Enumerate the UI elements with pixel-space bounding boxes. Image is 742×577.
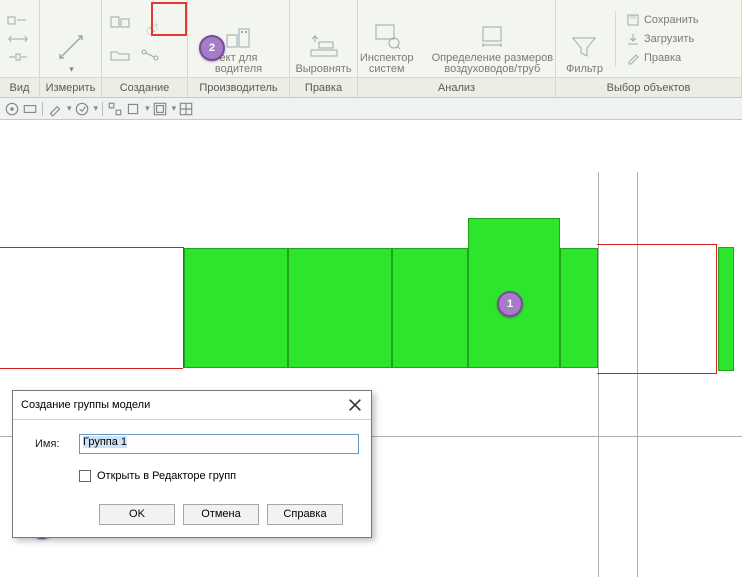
selection-load-button[interactable]: Загрузить [626, 30, 699, 48]
filter-label: Фильтр [566, 64, 603, 75]
panel-edit-title: Правка [290, 77, 357, 97]
create-group-dialog: Создание группы модели Имя: Группа 1 Отк… [12, 390, 372, 538]
view-icon-2[interactable] [4, 31, 32, 47]
close-icon[interactable] [347, 397, 363, 413]
selection-save-button[interactable]: Сохранить [626, 11, 699, 29]
open-in-editor-checkbox[interactable] [79, 470, 91, 482]
qat-icon-8[interactable] [178, 101, 194, 117]
measure-button[interactable]: ▾ [50, 3, 92, 75]
open-in-editor-label: Открыть в Редакторе групп [97, 470, 236, 482]
panel-analyze: Инспектор систем Определение размеров во… [358, 0, 556, 97]
cancel-button[interactable]: Отмена [183, 504, 259, 525]
create-component-icon[interactable] [106, 14, 134, 30]
filter-button[interactable]: Фильтр [560, 3, 609, 75]
callout-2: 2 [199, 35, 225, 61]
create-folder-icon[interactable] [106, 47, 134, 63]
quick-access-toolbar: ▾ ▾ ▾ ▾ [0, 98, 742, 120]
panel-manufacturer-title: Производитель [188, 77, 289, 97]
highlight-box [151, 2, 187, 36]
duct-sizing-button[interactable]: Определение размеров воздуховодов/труб [426, 3, 560, 75]
panel-edit: Выровнять Правка [290, 0, 358, 97]
panel-view-title: Вид [0, 77, 39, 97]
qat-icon-3[interactable] [47, 101, 63, 117]
selection-save-label: Сохранить [644, 14, 699, 26]
panel-selection-title: Выбор объектов [556, 77, 741, 97]
system-inspector-button[interactable]: Инспектор систем [354, 3, 420, 75]
create-link-icon[interactable] [136, 47, 164, 63]
panel-analyze-title: Анализ [358, 77, 555, 97]
duct-sizing-label: Определение размеров воздуховодов/труб [432, 53, 554, 75]
selection-edit-button[interactable]: Правка [626, 49, 699, 67]
view-icon-3[interactable] [4, 49, 32, 65]
qat-icon-4[interactable] [74, 101, 90, 117]
callout-1: 1 [497, 291, 523, 317]
selection-load-label: Загрузить [644, 33, 694, 45]
help-button[interactable]: Справка [267, 504, 343, 525]
panel-selection: Фильтр Сохранить Загрузить Правка Выбор … [556, 0, 742, 97]
qat-icon-6[interactable] [125, 101, 141, 117]
ok-button[interactable]: OK [99, 504, 175, 525]
align-label: Выровнять [295, 64, 351, 75]
qat-icon-2[interactable] [22, 101, 38, 117]
qat-icon-7[interactable] [152, 101, 168, 117]
qat-icon-1[interactable] [4, 101, 20, 117]
panel-measure: ▾ Измерить [40, 0, 102, 97]
system-inspector-label: Инспектор систем [360, 53, 414, 75]
name-label: Имя: [35, 438, 69, 450]
panel-create-title: Создание [102, 77, 187, 97]
dialog-title: Создание группы модели [21, 399, 150, 411]
qat-icon-5[interactable] [107, 101, 123, 117]
chevron-down-icon: ▾ [69, 64, 74, 75]
group-name-input[interactable]: Группа 1 [79, 434, 359, 454]
panel-view: Вид [0, 0, 40, 97]
selection-edit-label: Правка [644, 52, 681, 64]
align-button[interactable]: Выровнять [289, 3, 357, 75]
view-icon-1[interactable] [4, 13, 32, 29]
ribbon: Вид ▾ Измерить Создание [0, 0, 742, 98]
panel-measure-title: Измерить [40, 77, 101, 97]
